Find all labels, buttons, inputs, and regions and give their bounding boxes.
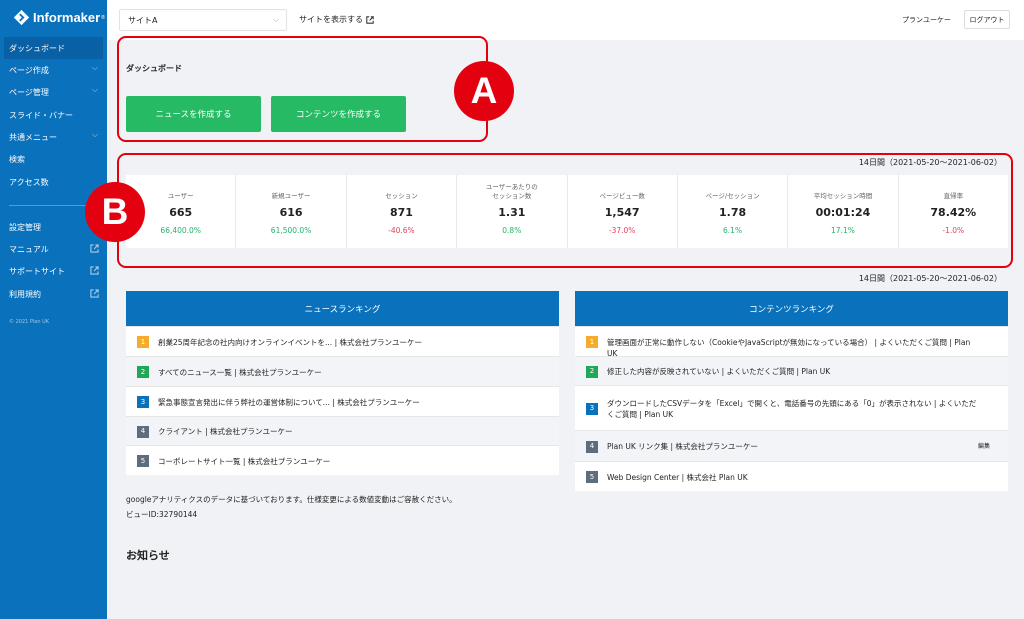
sidebar-item-1[interactable]: ダッシュボード	[4, 37, 103, 59]
note-line-1: googleアナリティクスのデータに基づいております。仕様変更による数値変動はご…	[126, 495, 457, 504]
rank-number: 4	[586, 440, 598, 453]
sidebar-item-label: マニュアル	[9, 244, 49, 254]
view-site-link[interactable]: サイトを表示する	[299, 14, 374, 25]
sidebar-item-10[interactable]: サポートサイト	[0, 260, 107, 282]
ranking-row[interactable]: 1 管理画面が正常に動作しない（CookieやJavaScriptが無効になってい…	[575, 326, 1008, 358]
sidebar-item-label: ページ作成	[9, 65, 49, 75]
sidebar-item-4[interactable]: スライド・バナー	[0, 104, 107, 126]
ranking-link[interactable]: 緊急事態宣言発出に伴う弊社の運営体制について... | 株式会社プランユーケー	[158, 397, 529, 408]
external-link-icon	[90, 244, 99, 253]
sidebar-item-label: 利用規約	[9, 289, 41, 299]
rank-number: 5	[586, 471, 598, 483]
ranking-link[interactable]: Web Design Center | 株式会社 Plan UK	[607, 472, 978, 483]
sidebar: Informaker ® ダッシュボード ページ作成 ⌵ ページ管理 ⌵ スライド・バナー共…	[0, 0, 107, 619]
registered-mark: ®	[101, 14, 105, 21]
brand-logo[interactable]: Informaker ®	[13, 9, 105, 26]
annotation-badge-a: A	[454, 61, 514, 121]
sidebar-item-label: 設定管理	[9, 222, 41, 232]
notices-title: お知らせ	[126, 549, 170, 562]
chevron-down-icon: ⌵	[91, 63, 98, 72]
sidebar-item-3[interactable]: ページ管理 ⌵	[0, 81, 107, 103]
ranking-link[interactable]: Plan UK リンク集 | 株式会社プランユーケー	[607, 441, 978, 452]
rank-number: 1	[586, 336, 598, 348]
sidebar-item-label: ページ管理	[9, 87, 49, 97]
analytics-note: googleアナリティクスのデータに基づいております。仕様変更による数値変動はご…	[126, 492, 457, 522]
sidebar-item-label: サポートサイト	[9, 266, 65, 276]
rank-number: 5	[137, 455, 149, 467]
news-ranking-panel: ニュースランキング 1 創業25周年記念の社内向けオンラインイベントを... | …	[126, 291, 559, 475]
sidebar-item-9[interactable]: マニュアル	[0, 238, 107, 260]
content-ranking-title: コンテンツランキング	[575, 291, 1008, 326]
sidebar-item-label: スライド・バナー	[9, 110, 73, 120]
rank-number: 2	[586, 365, 598, 378]
rank-number: 1	[137, 336, 149, 348]
ranking-link[interactable]: すべてのニュース一覧 | 株式会社プランユーケー	[158, 367, 529, 378]
sidebar-item-7[interactable]: アクセス数	[0, 171, 107, 193]
sidebar-item-2[interactable]: ページ作成 ⌵	[0, 59, 107, 81]
content-ranking-panel: コンテンツランキング 1 管理画面が正常に動作しない（CookieやJavaScr…	[575, 291, 1008, 491]
ranking-link[interactable]: クライアント | 株式会社プランユーケー	[158, 426, 529, 437]
rank-number: 2	[137, 366, 149, 378]
sidebar-item-label: アクセス数	[9, 177, 49, 187]
edit-link[interactable]: 編集	[978, 441, 990, 452]
logo-icon	[13, 9, 30, 26]
view-site-label: サイトを表示する	[299, 15, 363, 24]
ranking-link[interactable]: コーポレートサイト一覧 | 株式会社プランユーケー	[158, 456, 529, 467]
site-select[interactable]: サイトA ⌵	[119, 9, 287, 31]
ranking-row[interactable]: 3 緊急事態宣言発出に伴う弊社の運営体制について... | 株式会社プランユーケー	[126, 386, 559, 416]
external-link-icon	[90, 289, 99, 298]
copyright: © 2021 Plan UK	[9, 319, 50, 325]
ranking-row[interactable]: 5 Web Design Center | 株式会社 Plan UK	[575, 461, 1008, 491]
chevron-down-icon: ⌵	[91, 130, 98, 139]
view-id: ビューID:32790144	[126, 510, 198, 519]
ranking-row[interactable]: 2 修正した内容が反映されていない | よくいただくご質問 | Plan UK	[575, 356, 1008, 385]
ranking-period: 14日間（2021-05-20〜2021-06-02）	[858, 274, 1002, 283]
brand-name: Informaker	[33, 10, 101, 25]
annotation-box-b	[117, 153, 1013, 268]
sidebar-item-11[interactable]: 利用規約	[0, 283, 107, 305]
logout-button[interactable]: ログアウト	[964, 10, 1010, 29]
ranking-row[interactable]: 4 Plan UK リンク集 | 株式会社プランユーケー 編集	[575, 430, 1008, 461]
news-ranking-title: ニュースランキング	[126, 291, 559, 326]
ranking-link[interactable]: 修正した内容が反映されていない | よくいただくご質問 | Plan UK	[607, 366, 978, 377]
company-name: プランユーケー	[902, 16, 951, 24]
ranking-row[interactable]: 3 ダウンロードしたCSVデータを「Excel」で開くと、電話番号の先頭にある「0…	[575, 385, 1008, 430]
chevron-down-icon: ⌵	[272, 15, 279, 24]
chevron-down-icon: ⌵	[91, 85, 98, 94]
rank-number: 3	[586, 402, 598, 415]
ranking-link[interactable]: ダウンロードしたCSVデータを「Excel」で開くと、電話番号の先頭にある「0」…	[607, 398, 978, 420]
rank-number: 4	[137, 425, 149, 438]
sidebar-item-6[interactable]: 検索	[0, 148, 107, 170]
sidebar-item-label: 検索	[9, 154, 25, 164]
ranking-row[interactable]: 5 コーポレートサイト一覧 | 株式会社プランユーケー	[126, 445, 559, 475]
annotation-badge-b: B	[85, 182, 145, 242]
site-select-value: サイトA	[128, 15, 158, 25]
ranking-row[interactable]: 1 創業25周年記念の社内向けオンラインイベントを... | 株式会社プランユーケ…	[126, 326, 559, 356]
ranking-row[interactable]: 2 すべてのニュース一覧 | 株式会社プランユーケー	[126, 356, 559, 386]
rank-number: 3	[137, 396, 149, 408]
ranking-row[interactable]: 4 クライアント | 株式会社プランユーケー	[126, 416, 559, 445]
ranking-link[interactable]: 創業25周年記念の社内向けオンラインイベントを... | 株式会社プランユーケー	[158, 337, 529, 348]
sidebar-item-5[interactable]: 共通メニュー ⌵	[0, 126, 107, 148]
sidebar-item-label: 共通メニュー	[9, 132, 57, 142]
annotation-box-a	[117, 36, 488, 142]
external-link-icon	[366, 15, 374, 24]
external-link-icon	[90, 266, 99, 275]
sidebar-item-label: ダッシュボード	[9, 43, 65, 53]
